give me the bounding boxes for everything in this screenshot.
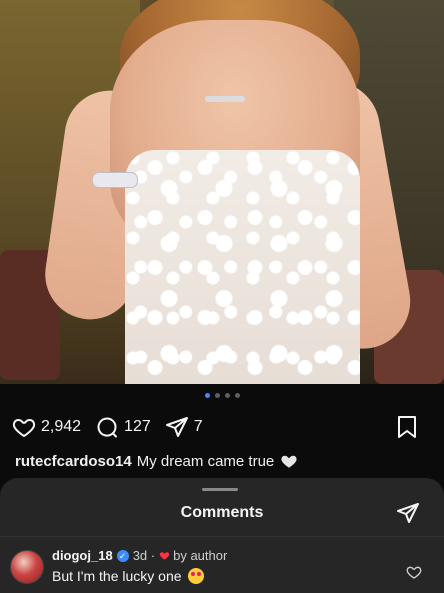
sheet-drag-handle[interactable]: [202, 488, 238, 491]
comment-username[interactable]: diogoj_18: [52, 548, 113, 563]
send-icon[interactable]: [396, 501, 420, 525]
comment-time: 3d: [132, 548, 148, 563]
carousel-dot: [224, 393, 230, 398]
comment-text: But I'm the lucky one: [52, 568, 182, 584]
photo-bracelet: [92, 172, 138, 188]
like-count[interactable]: 2,942: [41, 418, 81, 436]
by-author-label: by author: [173, 548, 228, 563]
comment-text-row: But I'm the lucky one: [52, 568, 204, 584]
comment-meta: diogoj_18 ✓ 3d · by author: [52, 548, 227, 563]
bookmark-button[interactable]: [396, 415, 418, 439]
comment-count[interactable]: 127: [124, 418, 151, 436]
comment-item: diogoj_18 ✓ 3d · by author But I'm the l…: [10, 548, 434, 588]
carousel-dot: [214, 393, 220, 398]
comment-action[interactable]: 127: [95, 415, 151, 439]
comments-title: Comments: [180, 504, 264, 521]
caption-username[interactable]: rutecfcardoso14: [15, 453, 132, 470]
comments-sheet: Comments diogoj_18 ✓ 3d · by author But …: [0, 478, 444, 593]
heart-icon[interactable]: [12, 415, 36, 439]
carousel-dots: [0, 393, 444, 403]
comment-like-heart-icon[interactable]: [406, 564, 422, 580]
post-photo[interactable]: [0, 0, 444, 384]
comment-bubble-icon[interactable]: [95, 415, 119, 439]
sheet-divider: [0, 536, 444, 537]
post-actions-row: 2,942 127 7: [12, 412, 432, 442]
share-count[interactable]: 7: [194, 418, 203, 436]
photo-wedding-dress: [125, 150, 360, 384]
send-icon[interactable]: [165, 415, 189, 439]
meta-separator: ·: [147, 548, 156, 563]
instagram-post-screen: 2,942 127 7 rutecfcardoso14 My dream cam…: [0, 0, 444, 593]
carousel-dot-active: [204, 393, 210, 398]
white-heart-emoji-icon: [281, 455, 297, 468]
verified-badge-icon: ✓: [116, 549, 129, 562]
author-liked-heart-icon: [159, 552, 170, 560]
photo-necklace: [205, 96, 245, 102]
carousel-dot: [234, 393, 240, 398]
post-caption: rutecfcardoso14 My dream came true: [15, 451, 435, 471]
heart-eyes-emoji-icon: [187, 568, 204, 584]
like-action[interactable]: 2,942: [12, 415, 81, 439]
avatar[interactable]: [10, 550, 44, 584]
share-action[interactable]: 7: [165, 415, 203, 439]
bookmark-icon[interactable]: [396, 415, 418, 439]
caption-text: My dream came true: [136, 452, 275, 470]
